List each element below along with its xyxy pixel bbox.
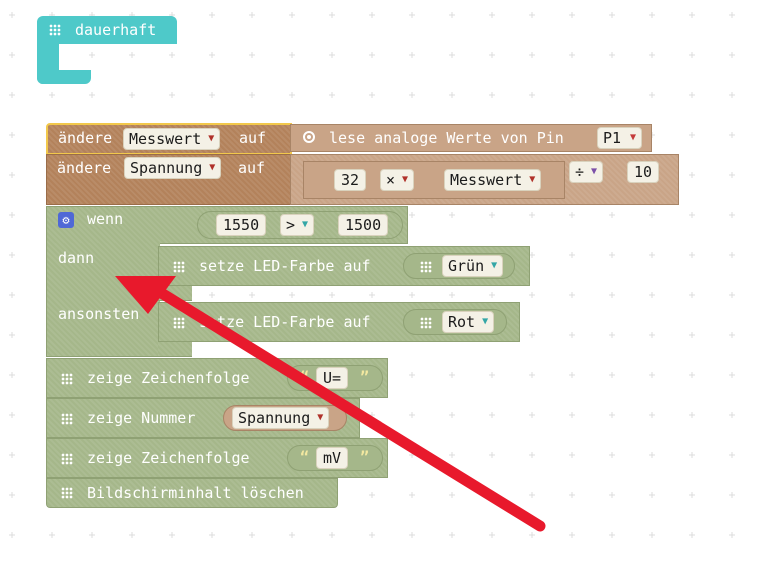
string-reporter-block[interactable]: “ U= ” [287, 365, 383, 391]
show-number-block[interactable]: zeige Nummer Spannung ▼ [46, 398, 360, 438]
operator-symbol: ÷ [575, 163, 585, 181]
multiply-operator-dropdown[interactable]: × ▼ [380, 169, 415, 191]
set-to: auf [238, 159, 266, 177]
factor-number[interactable]: 32 [334, 169, 367, 191]
string-value-u[interactable]: U= [316, 367, 349, 389]
pin-dropdown[interactable]: P1 ▼ [597, 127, 643, 149]
set-led-green-block[interactable]: setze LED-Farbe auf Grün ▼ [158, 246, 530, 286]
grid-icon [61, 487, 73, 499]
variable-dropdown-spannung[interactable]: Spannung ▼ [124, 157, 222, 179]
grid-icon [61, 373, 73, 385]
set-to: auf [239, 129, 267, 147]
close-quote: ” [360, 368, 370, 386]
show-string-label: zeige Zeichenfolge [87, 449, 250, 467]
grid-icon [173, 317, 185, 329]
dropdown-arrow-icon: ▼ [630, 132, 637, 143]
grid-icon [61, 413, 73, 425]
grid-icon [420, 261, 432, 273]
grid-icon [420, 317, 432, 329]
then-label: dann [58, 249, 95, 267]
if-block-side: dann ansonsten [46, 243, 160, 357]
show-string-label: zeige Zeichenfolge [87, 369, 250, 387]
set-verb: ändere [58, 129, 113, 147]
set-led-label: setze LED-Farbe auf [199, 257, 371, 275]
analog-read-label: lese analoge Werte von Pin [329, 129, 564, 147]
color-value: Grün [448, 257, 485, 275]
forever-label: dauerhaft [75, 21, 157, 39]
set-measure-block[interactable]: ändere Messwert ▼ auf [46, 123, 292, 155]
string-reporter-block[interactable]: “ mV ” [287, 445, 383, 471]
compare-left-number[interactable]: 1550 [216, 214, 267, 236]
close-quote: ” [360, 448, 370, 466]
variable-dropdown-messwert[interactable]: Messwert ▼ [123, 128, 221, 150]
variable-dropdown-spannung[interactable]: Spannung ▼ [232, 407, 330, 429]
variable-name: Messwert [129, 130, 202, 148]
forever-hat-block[interactable]: dauerhaft [37, 16, 177, 44]
color-reporter-block[interactable]: Rot ▼ [403, 309, 507, 335]
analog-read-block[interactable]: lese analoge Werte von Pin P1 ▼ [290, 124, 652, 152]
grid-icon [173, 261, 185, 273]
radio-icon-dot [307, 135, 311, 139]
operator-symbol: × [386, 171, 396, 189]
open-quote: “ [300, 368, 310, 386]
if-block-middle-bar [158, 285, 192, 301]
comparison-block[interactable]: 1550 > ▼ 1500 [197, 211, 403, 239]
compare-right-number[interactable]: 1500 [338, 214, 389, 236]
divide-expression-block[interactable]: 32 × ▼ Messwert ▼ ÷ ▼ 10 [290, 154, 679, 205]
open-quote: “ [300, 448, 310, 466]
pin-value: P1 [603, 129, 622, 147]
variable-reporter-spannung[interactable]: Spannung ▼ [223, 405, 347, 431]
forever-hat-foot [37, 70, 91, 84]
if-label: wenn [87, 210, 124, 228]
set-voltage-block[interactable]: ändere Spannung ▼ auf [46, 154, 292, 205]
dropdown-arrow-icon: ▼ [591, 166, 598, 177]
grid-icon [61, 453, 73, 465]
if-block-top[interactable]: ⚙ wenn 1550 > ▼ 1500 [46, 206, 408, 244]
multiply-expression-block[interactable]: 32 × ▼ Messwert ▼ [303, 161, 565, 199]
variable-name: Spannung [130, 159, 203, 177]
dropdown-arrow-icon: ▼ [482, 316, 489, 327]
show-string-block-1[interactable]: zeige Zeichenfolge “ U= ” [46, 358, 388, 398]
color-reporter-block[interactable]: Grün ▼ [403, 253, 515, 279]
color-dropdown-green[interactable]: Grün ▼ [442, 255, 504, 277]
set-led-red-block[interactable]: setze LED-Farbe auf Rot ▼ [158, 302, 520, 342]
if-block-bottom-bar [158, 341, 192, 357]
dropdown-arrow-icon: ▼ [491, 260, 498, 271]
gear-icon[interactable]: ⚙ [58, 212, 74, 228]
dropdown-arrow-icon: ▼ [208, 133, 215, 144]
operator-symbol: > [286, 216, 296, 234]
clear-screen-label: Bildschirminhalt löschen [87, 484, 304, 502]
variable-name: Messwert [450, 171, 523, 189]
dropdown-arrow-icon: ▼ [402, 174, 409, 185]
set-verb: ändere [57, 159, 112, 177]
show-number-label: zeige Nummer [87, 409, 196, 427]
variable-name: Spannung [238, 409, 311, 427]
variable-reporter-messwert[interactable]: Messwert ▼ [444, 169, 542, 191]
divisor-number[interactable]: 10 [627, 161, 660, 183]
color-dropdown-red[interactable]: Rot ▼ [442, 311, 495, 333]
grid-icon [49, 24, 61, 36]
compare-operator-dropdown[interactable]: > ▼ [280, 214, 315, 236]
dropdown-arrow-icon: ▼ [317, 412, 324, 423]
else-label: ansonsten [58, 305, 140, 323]
show-string-block-2[interactable]: zeige Zeichenfolge “ mV ” [46, 438, 388, 478]
divide-operator-dropdown[interactable]: ÷ ▼ [569, 161, 604, 183]
string-value-mv[interactable]: mV [316, 447, 349, 469]
set-led-label: setze LED-Farbe auf [199, 313, 371, 331]
dropdown-arrow-icon: ▼ [302, 219, 309, 230]
dropdown-arrow-icon: ▼ [209, 162, 216, 173]
clear-screen-block[interactable]: Bildschirminhalt löschen [46, 478, 338, 508]
color-value: Rot [448, 313, 476, 331]
dropdown-arrow-icon: ▼ [529, 174, 536, 185]
